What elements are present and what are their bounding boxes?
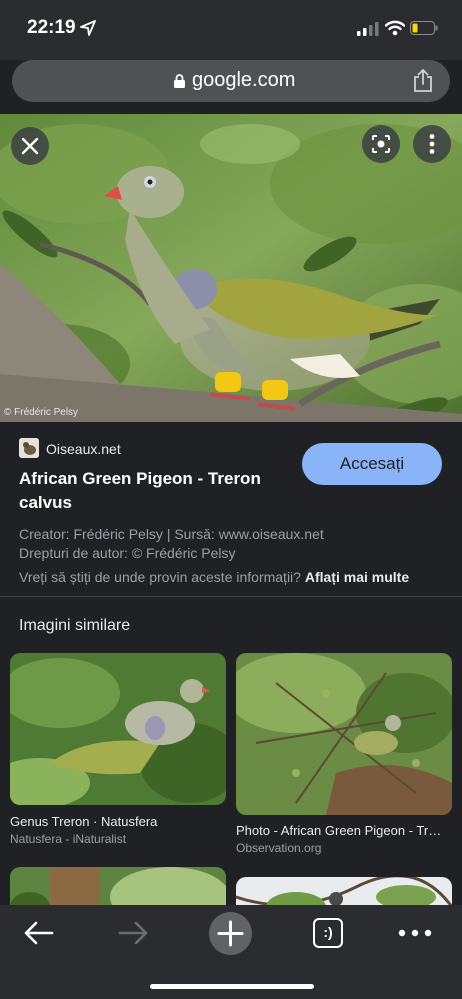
source-name[interactable]: Oiseaux.net	[46, 441, 121, 457]
forward-arrow-icon[interactable]	[118, 919, 150, 947]
lens-icon[interactable]	[362, 125, 400, 163]
wifi-icon	[385, 20, 405, 36]
copyright-text: Drepturi de autor: © Frédéric Pelsy	[19, 545, 236, 561]
location-arrow-icon	[80, 20, 96, 36]
new-tab-icon[interactable]	[209, 912, 252, 955]
source-favicon	[19, 438, 39, 458]
similar-image-2[interactable]	[236, 653, 452, 815]
home-indicator	[150, 984, 314, 989]
battery-icon	[410, 21, 438, 35]
back-arrow-icon[interactable]	[22, 919, 54, 947]
similar-source-2: Observation.org	[236, 841, 322, 855]
result-title[interactable]: African Green Pigeon - Treron calvus	[19, 467, 279, 515]
more-vert-icon[interactable]	[413, 125, 451, 163]
similar-source-1: Natusfera - iNaturalist	[10, 832, 127, 846]
learn-more-link[interactable]: Aflați mai multe	[305, 569, 409, 585]
image-credit: © Frédéric Pelsy	[4, 407, 79, 418]
lock-icon	[174, 74, 185, 88]
more-horiz-icon[interactable]	[398, 929, 432, 937]
status-time: 22:19	[27, 17, 76, 38]
creator-text: Creator: Frédéric Pelsy | Sursă: www.ois…	[19, 526, 324, 542]
similar-image-1[interactable]	[10, 653, 226, 805]
signal-icon	[357, 22, 379, 36]
share-icon[interactable]	[412, 69, 434, 93]
divider	[0, 596, 462, 597]
tabs-badge: :)	[323, 924, 333, 940]
tabs-icon[interactable]: :)	[313, 918, 343, 948]
address-bar[interactable]: google.com	[12, 60, 450, 102]
learn-more-row: Vreți să știți de unde provin aceste inf…	[19, 569, 409, 585]
similar-images-heading: Imagini similare	[19, 617, 131, 634]
close-icon[interactable]	[11, 127, 49, 165]
status-bar: 22:19	[0, 0, 462, 60]
learn-more-prefix: Vreți să știți de unde provin aceste inf…	[19, 569, 301, 585]
similar-title-2[interactable]: Photo - African Green Pigeon - Treron ca…	[236, 823, 446, 838]
main-image[interactable]: © Frédéric Pelsy	[0, 114, 462, 422]
url-text: google.com	[192, 69, 296, 91]
similar-title-1[interactable]: Genus Treron · Natusfera	[10, 814, 226, 829]
visit-button[interactable]: Accesați	[302, 443, 442, 485]
